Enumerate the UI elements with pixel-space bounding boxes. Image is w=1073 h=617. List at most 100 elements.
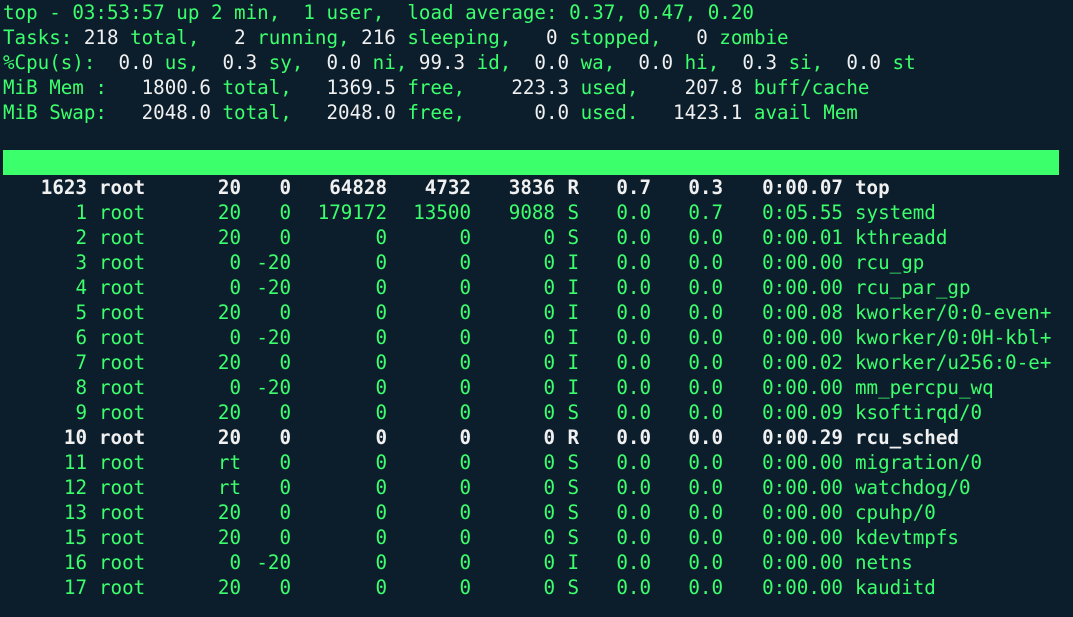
cpu-cell: 0.0	[616, 301, 651, 324]
cpu-cell: 0.7	[616, 176, 651, 199]
time-cell: 0:00.00	[762, 551, 843, 574]
mem-cell: 0.3	[688, 176, 723, 199]
user-cell: root	[99, 426, 146, 449]
process-row[interactable]: 6 root 0 -20 0 0 0 I 0.0 0.0 0:00.00 kworker/0:0H-k…	[3, 325, 1073, 350]
process-row[interactable]: 9 root 20 0 0 0 0 S 0.0 0.0 0:00.09 ksoftirqd/0	[3, 400, 1073, 425]
virt-cell: 0	[375, 551, 387, 574]
ni-cell: 0	[279, 201, 291, 224]
res-cell: 0	[459, 476, 471, 499]
mem-cell: 0.0	[688, 426, 723, 449]
command-cell: rcu_gp	[855, 251, 925, 274]
res-cell: 0	[459, 326, 471, 349]
mem-line: MiB Mem : 1800.6 total, 1369.5 free, 223…	[3, 76, 870, 99]
command-cell: ksoftirqd/0	[855, 401, 983, 424]
user-cell: root	[99, 251, 146, 274]
state-cell: I	[567, 276, 579, 299]
process-row[interactable]: 1623 root 20 0 64828 4732 3836 R 0.7 0.3 0:00.07 to…	[3, 175, 1073, 200]
pr-cell: 20	[217, 176, 241, 199]
process-row[interactable]: 7 root 20 0 0 0 0 I 0.0 0.0 0:00.02 kworker/u256:0-…	[3, 350, 1073, 375]
process-row[interactable]: 13 root 20 0 0 0 0 S 0.0 0.0 0:00.00 cpuhp/0	[3, 500, 1073, 525]
process-row[interactable]: 16 root 0 -20 0 0 0 I 0.0 0.0 0:00.00 netns	[3, 550, 1073, 575]
user-cell: root	[99, 301, 146, 324]
process-row[interactable]: 3 root 0 -20 0 0 0 I 0.0 0.0 0:00.00 rcu_gp	[3, 250, 1073, 275]
terminal-window[interactable]: top - 03:53:57 up 2 min, 1 user, load av…	[0, 0, 1073, 617]
state-cell: S	[567, 476, 579, 499]
shr-cell: 0	[543, 301, 555, 324]
mem-cell: 0.0	[688, 551, 723, 574]
process-table-header: PID USER PR NI VIRT RES SHR S %CPU %MEM …	[3, 150, 1059, 474]
cpu-cell: 0.0	[616, 326, 651, 349]
process-row[interactable]: 5 root 20 0 0 0 0 I 0.0 0.0 0:00.08 kworker/0:0-eve…	[3, 300, 1073, 325]
mem-cell: 0.0	[688, 376, 723, 399]
pid-cell: 2	[75, 226, 87, 249]
cpu-cell: 0.0	[616, 451, 651, 474]
pid-cell: 1623	[40, 176, 87, 199]
process-row[interactable]: 11 root rt 0 0 0 0 S 0.0 0.0 0:00.00 migration/0	[3, 450, 1073, 475]
time-cell: 0:00.00	[762, 476, 843, 499]
process-row[interactable]: 10 root 20 0 0 0 0 R 0.0 0.0 0:00.29 rcu_sched	[3, 425, 1073, 450]
process-row[interactable]: 8 root 0 -20 0 0 0 I 0.0 0.0 0:00.00 mm_percpu_wq	[3, 375, 1073, 400]
time-cell: 0:00.00	[762, 576, 843, 599]
res-cell: 0	[459, 526, 471, 549]
ni-cell: 0	[279, 576, 291, 599]
mem-cell: 0.7	[688, 201, 723, 224]
res-cell: 0	[459, 301, 471, 324]
state-cell: S	[567, 576, 579, 599]
res-cell: 0	[459, 401, 471, 424]
command-cell: kworker/u256:0-e+	[855, 351, 1052, 374]
state-cell: S	[567, 451, 579, 474]
process-row[interactable]: 15 root 20 0 0 0 0 S 0.0 0.0 0:00.00 kdevtmpfs	[3, 525, 1073, 550]
ni-cell: 0	[279, 501, 291, 524]
virt-cell: 0	[375, 501, 387, 524]
res-cell: 0	[459, 276, 471, 299]
ni-cell: 0	[279, 351, 291, 374]
time-cell: 0:00.07	[762, 176, 843, 199]
command-cell: kdevtmpfs	[855, 526, 959, 549]
pid-cell: 11	[63, 451, 87, 474]
shr-cell: 0	[543, 276, 555, 299]
res-cell: 4732	[424, 176, 471, 199]
virt-cell: 0	[375, 426, 387, 449]
state-cell: S	[567, 201, 579, 224]
shr-cell: 0	[543, 576, 555, 599]
ni-cell: 0	[279, 526, 291, 549]
virt-cell: 0	[375, 251, 387, 274]
shr-cell: 0	[543, 501, 555, 524]
pr-cell: 20	[217, 501, 241, 524]
cpu-cell: 0.0	[616, 426, 651, 449]
pid-cell: 3	[75, 251, 87, 274]
virt-cell: 0	[375, 526, 387, 549]
tasks-line: Tasks: 218 total, 2 running, 216 sleepin…	[3, 26, 789, 49]
shr-cell: 0	[543, 451, 555, 474]
ni-cell: 0	[279, 451, 291, 474]
command-cell: mm_percpu_wq	[855, 376, 994, 399]
virt-cell: 0	[375, 451, 387, 474]
mem-cell: 0.0	[688, 526, 723, 549]
time-cell: 0:00.00	[762, 326, 843, 349]
process-row[interactable]: 17 root 20 0 0 0 0 S 0.0 0.0 0:00.00 kauditd	[3, 575, 1073, 600]
pr-cell: 20	[217, 201, 241, 224]
pid-cell: 6	[75, 326, 87, 349]
pr-cell: 0	[229, 376, 241, 399]
time-cell: 0:00.29	[762, 426, 843, 449]
shr-cell: 0	[543, 526, 555, 549]
cpu-cell: 0.0	[616, 501, 651, 524]
time-cell: 0:00.09	[762, 401, 843, 424]
pr-cell: 0	[229, 326, 241, 349]
mem-cell: 0.0	[688, 451, 723, 474]
virt-cell: 0	[375, 401, 387, 424]
process-row[interactable]: 4 root 0 -20 0 0 0 I 0.0 0.0 0:00.00 rcu_par_gp	[3, 275, 1073, 300]
ni-cell: -20	[256, 251, 291, 274]
cpu-cell: 0.0	[616, 251, 651, 274]
res-cell: 0	[459, 451, 471, 474]
res-cell: 0	[459, 576, 471, 599]
pr-cell: 0	[229, 276, 241, 299]
process-row[interactable]: 2 root 20 0 0 0 0 S 0.0 0.0 0:00.01 kthreadd	[3, 225, 1073, 250]
user-cell: root	[99, 526, 146, 549]
shr-cell: 0	[543, 401, 555, 424]
process-row[interactable]: 1 root 20 0 179172 13500 9088 S 0.0 0.7 0:05.55 sys…	[3, 200, 1073, 225]
cpu-cell: 0.0	[616, 576, 651, 599]
process-row[interactable]: 12 root rt 0 0 0 0 S 0.0 0.0 0:00.00 watchdog/0	[3, 475, 1073, 500]
time-cell: 0:00.02	[762, 351, 843, 374]
virt-cell: 0	[375, 276, 387, 299]
